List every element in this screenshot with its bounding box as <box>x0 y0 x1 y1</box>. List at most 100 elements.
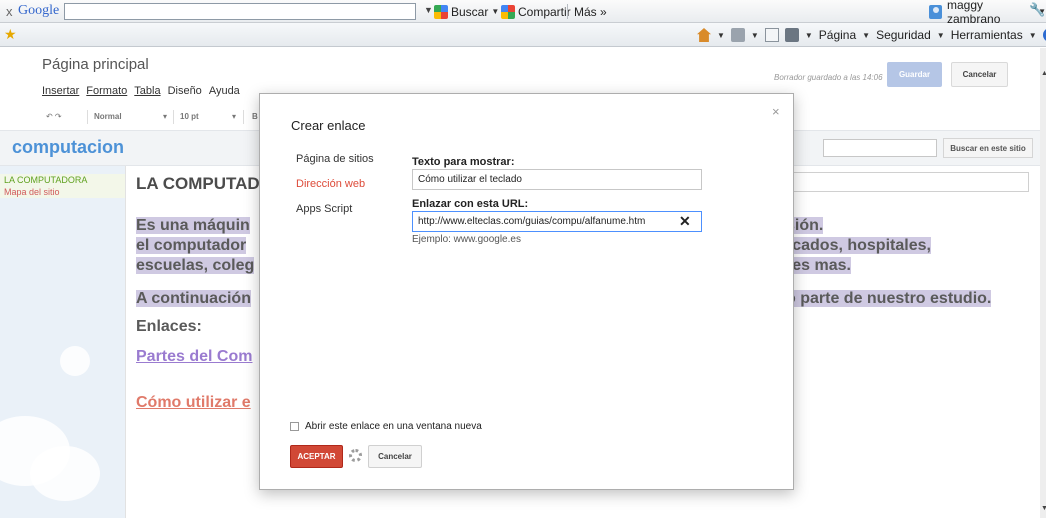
google-logo[interactable]: Google <box>18 3 59 19</box>
help-icon[interactable]: ? <box>1042 28 1046 42</box>
home-icon[interactable] <box>697 28 711 42</box>
site-search-input[interactable] <box>823 139 937 157</box>
save-button[interactable]: Guardar <box>887 62 942 87</box>
user-icon <box>929 4 942 19</box>
menu-tabla[interactable]: Tabla <box>134 85 160 97</box>
compartir-button[interactable]: Compartir <box>501 3 571 20</box>
toolbar-divider <box>243 110 244 124</box>
buscar-button[interactable]: Buscar ▼ <box>434 3 499 20</box>
scroll-up-icon[interactable]: ▲ <box>1041 70 1046 77</box>
highlighted-text: res mas. <box>786 257 851 274</box>
google-toolbar: x Google ▼ Buscar ▼ Compartir Más » magg… <box>0 0 1046 26</box>
paragraph-line[interactable]: el computador <box>136 236 247 256</box>
google-search-input[interactable] <box>64 3 416 20</box>
dialog-title: Crear enlace <box>291 118 366 133</box>
close-icon[interactable]: × <box>772 104 780 119</box>
mas-label: Más » <box>574 4 607 19</box>
new-window-label: Abrir este enlace en una ventana nueva <box>305 421 482 432</box>
clear-url-icon[interactable]: ✕ <box>679 213 691 230</box>
menu-insertar[interactable]: Insertar <box>42 85 79 97</box>
paragraph-line[interactable]: escuelas, coleg <box>136 256 255 276</box>
highlighted-text: escuelas, coleg <box>136 257 255 274</box>
sidebar-item-mapa[interactable]: Mapa del sitio <box>4 187 60 197</box>
loading-spinner-icon <box>349 449 362 462</box>
share-icon <box>501 4 515 19</box>
font-size-select[interactable]: 10 pt <box>180 112 199 121</box>
highlighted-text: Es una máquin <box>136 217 250 234</box>
compartir-label: Compartir <box>518 4 571 19</box>
site-search-button[interactable]: Buscar en este sitio <box>943 138 1033 158</box>
toolbar-close-icon[interactable]: x <box>6 4 13 19</box>
chevron-down-icon[interactable]: ▾ <box>163 112 167 121</box>
cancel-edit-button[interactable]: Cancelar <box>951 62 1008 87</box>
bold-button[interactable]: B <box>252 112 258 121</box>
pagina-menu[interactable]: Página <box>819 28 856 42</box>
new-window-option[interactable]: Abrir este enlace en una ventana nueva <box>290 421 482 432</box>
url-field[interactable] <box>412 211 702 232</box>
paragraph-line[interactable]: o parte de nuestro estudio. <box>786 289 992 309</box>
herramientas-menu[interactable]: Herramientas <box>951 28 1023 42</box>
page-title: Página principal <box>42 56 149 73</box>
toolbar-divider <box>87 110 88 124</box>
enlaces-heading[interactable]: Enlaces: <box>136 318 202 336</box>
text-to-display-field[interactable] <box>412 169 702 190</box>
editor-menubar: Insertar Formato Tabla Diseño Ayuda <box>42 85 240 97</box>
paragraph-line[interactable]: Es una máquin <box>136 216 250 236</box>
chevron-down-icon: ▼ <box>862 30 871 40</box>
chevron-down-icon[interactable]: ▾ <box>232 112 236 121</box>
google-search-icon <box>434 4 448 19</box>
scroll-down-icon[interactable]: ▼ <box>1041 505 1046 512</box>
chevron-down-icon[interactable]: ▼ <box>805 31 813 40</box>
highlighted-text: el computador <box>136 237 247 254</box>
chevron-down-icon: ▼ <box>1028 30 1037 40</box>
favorites-star-icon[interactable]: ★ <box>4 26 17 43</box>
menu-ayuda[interactable]: Ayuda <box>209 85 240 97</box>
new-window-checkbox[interactable] <box>290 422 299 431</box>
sidebar-item-computadora[interactable]: LA COMPUTADORA <box>4 175 87 185</box>
chevron-down-icon: ▼ <box>491 7 500 16</box>
paragraph-line[interactable]: A continuación <box>136 289 251 309</box>
user-name: maggy zambrano <box>947 0 1001 26</box>
menu-formato[interactable]: Formato <box>86 85 127 97</box>
accept-button[interactable]: ACEPTAR <box>290 445 343 468</box>
text-to-display-label: Texto para mostrar: <box>412 156 515 168</box>
command-bar: ★ ▼ ▼ ▼ Página ▼ Seguridad ▼ Herramienta… <box>0 23 1046 47</box>
highlighted-text: rcados, hospitales, <box>786 237 931 254</box>
cancel-button[interactable]: Cancelar <box>368 445 422 468</box>
nav-apps-script[interactable]: Apps Script <box>296 203 352 215</box>
highlighted-text: o parte de nuestro estudio. <box>786 290 992 307</box>
sidebar-nav: LA COMPUTADORA Mapa del sitio <box>0 174 125 198</box>
rss-feed-icon[interactable] <box>730 28 745 42</box>
menu-diseno[interactable]: Diseño <box>168 85 202 97</box>
paragraph-line[interactable]: res mas. <box>786 256 851 276</box>
create-link-dialog: Crear enlace × Página de sitios Direcció… <box>259 93 794 490</box>
mas-button[interactable]: Más » <box>574 3 607 20</box>
highlighted-text: A continuación <box>136 290 251 307</box>
chevron-down-icon[interactable]: ▼ <box>717 31 725 40</box>
mail-icon[interactable] <box>764 28 779 42</box>
buscar-label: Buscar <box>451 4 489 19</box>
chevron-down-icon: ▼ <box>936 30 945 40</box>
chevron-down-icon[interactable]: ▼ <box>751 31 759 40</box>
paragraph-line[interactable]: rcados, hospitales, <box>786 236 931 256</box>
page-scrollbar[interactable] <box>1040 48 1046 518</box>
url-example: Ejemplo: www.google.es <box>412 234 521 245</box>
nav-direccion-web[interactable]: Dirección web <box>296 178 365 190</box>
search-dropdown-icon[interactable]: ▼ <box>424 5 433 15</box>
site-name[interactable]: computacion <box>12 137 124 158</box>
title-field[interactable] <box>783 172 1029 192</box>
draft-status: Borrador guardado a las 14:06 <box>774 73 883 82</box>
undo-redo-icon[interactable]: ↶ ↷ <box>46 112 62 121</box>
nav-pagina-de-sitios[interactable]: Página de sitios <box>296 153 374 165</box>
sidebar: LA COMPUTADORA Mapa del sitio <box>0 166 125 518</box>
cloud-decoration <box>60 346 90 376</box>
link-partes[interactable]: Partes del Com <box>136 348 252 366</box>
link-como-utilizar[interactable]: Cómo utilizar e <box>136 394 251 412</box>
style-select[interactable]: Normal <box>94 112 122 121</box>
seguridad-menu[interactable]: Seguridad <box>876 28 931 42</box>
cloud-decoration <box>30 446 100 501</box>
content-title[interactable]: LA COMPUTADO <box>136 174 273 194</box>
print-icon[interactable] <box>784 28 799 42</box>
toolbar-divider <box>173 110 174 124</box>
wrench-icon[interactable]: 🔧 <box>1029 2 1045 18</box>
